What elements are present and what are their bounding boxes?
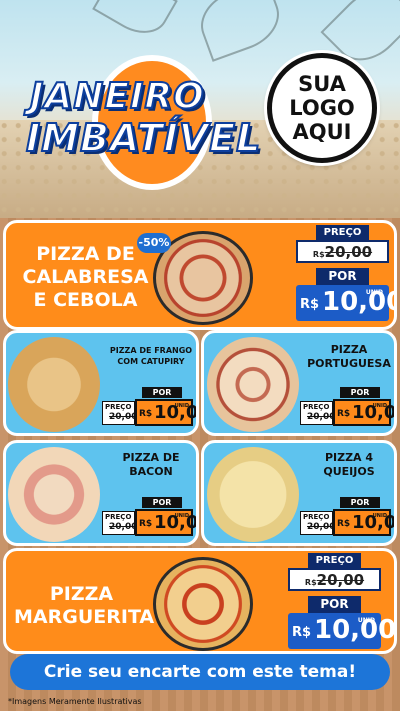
logo-text-line: LOGO	[289, 96, 355, 120]
product-name: PIZZA DE FRANGO COM CATUPIRY	[109, 346, 193, 366]
new-price: R$ 10,00 UNID	[288, 613, 394, 649]
product-name: PIZZA MARGUERITA	[14, 583, 155, 628]
price-block: PREÇO R$20,00 POR R$ 10,00 UNID	[288, 553, 394, 649]
leaf-decoration	[192, 0, 288, 62]
price-block: POR PREÇO20,00 R$10,00UNID	[102, 497, 196, 536]
logo-text-line: SUA	[298, 72, 346, 96]
pizza-4-queijos-image	[207, 447, 299, 542]
headline-line-2: IMBATÍVEL	[25, 115, 262, 161]
product-card-4-queijos: PIZZA 4 QUEIJOS POR PREÇO20,00 R$10,00UN…	[201, 440, 397, 546]
product-card-bacon: PIZZA DE BACON POR PREÇO20,00 R$10,00UNI…	[3, 440, 199, 546]
price-label: PREÇO	[308, 553, 361, 568]
product-card-portuguesa: PIZZA PORTUGUESA POR PREÇO20,00 R$10,00U…	[201, 330, 397, 436]
featured-card-calabresa: PIZZA DE CALABRESA E CEBOLA PREÇO R$20,0…	[3, 220, 397, 330]
product-name: PIZZA DE BACON	[122, 451, 180, 478]
price-block: POR PREÇO20,00 R$10,00UNID	[300, 387, 394, 426]
pizza-marguerita-image	[153, 557, 253, 651]
cta-banner[interactable]: Crie seu encarte com este tema!	[10, 654, 390, 690]
price-block: POR PREÇO20,00 R$10,00UNID	[300, 497, 394, 536]
product-card-frango: PIZZA DE FRANGO COM CATUPIRY POR PREÇO 20…	[3, 330, 199, 436]
footnote: *Imagens Meramente Ilustrativas	[8, 697, 142, 706]
headline: JANEIRO IMBATÍVEL	[22, 55, 261, 190]
product-name: PIZZA DE CALABRESA E CEBOLA	[22, 243, 149, 311]
price-block: POR PREÇO20,00 R$10,00UNID	[102, 387, 196, 426]
headline-line-1: JANEIRO	[29, 75, 205, 118]
old-price: R$20,00	[288, 568, 381, 591]
price-block: PREÇO R$20,00 POR R$ 10,00 UNID	[296, 225, 394, 321]
leaf-decoration	[92, 0, 178, 45]
pizza-portuguesa-image	[207, 337, 299, 432]
logo-placeholder: SUA LOGO AQUI	[267, 53, 377, 163]
new-price: R$ 10,00 UNID	[296, 285, 394, 321]
product-name: PIZZA 4 QUEIJOS	[323, 451, 375, 478]
old-price: R$20,00	[296, 240, 389, 263]
pizza-bacon-image	[8, 447, 100, 542]
discount-badge: -50%	[137, 233, 171, 253]
product-name: PIZZA PORTUGUESA	[307, 343, 391, 370]
header-banner: JANEIRO IMBATÍVEL SUA LOGO AQUI	[0, 0, 400, 218]
por-label: POR	[316, 268, 369, 285]
price-label: PREÇO	[316, 225, 369, 240]
flyer: JANEIRO IMBATÍVEL SUA LOGO AQUI PIZZA DE…	[0, 0, 400, 711]
featured-card-marguerita: PIZZA MARGUERITA PREÇO R$20,00 POR R$ 10…	[3, 548, 397, 654]
logo-text-line: AQUI	[292, 120, 352, 144]
pizza-frango-image	[8, 337, 100, 432]
por-label: POR	[308, 596, 361, 613]
